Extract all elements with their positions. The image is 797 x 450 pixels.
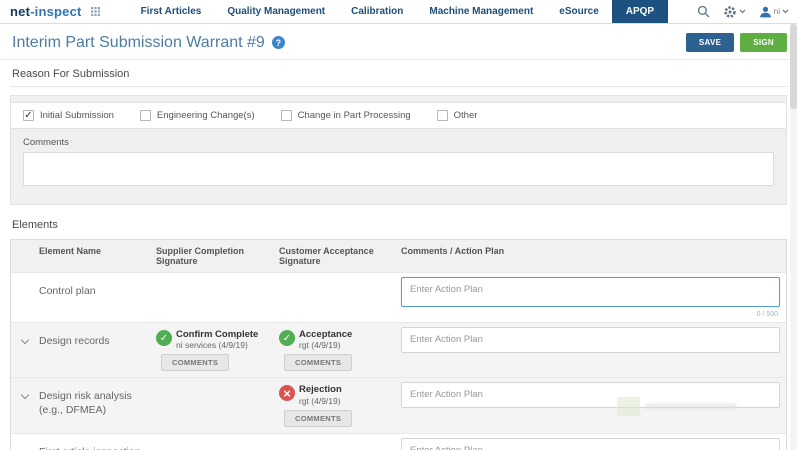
elements-section-title: Elements (10, 205, 787, 239)
action-plan-cell (401, 382, 786, 411)
checkbox-change-in-part-processing[interactable]: Change in Part Processing (281, 110, 411, 121)
comments-button[interactable]: COMMENTS (284, 354, 352, 371)
table-row: Control plan 0 / 500 (11, 272, 786, 322)
page: { "nav": { "logo_part1": "net", "logo_pa… (0, 0, 797, 450)
nav-item-calibration[interactable]: Calibration (338, 0, 416, 23)
action-plan-cell (401, 438, 786, 450)
signature-status-icon (279, 385, 295, 401)
signature-status-label: Acceptance (299, 329, 352, 340)
element-name: Design risk analysis (e.g., DFMEA) (39, 382, 156, 416)
settings-gear-icon[interactable] (723, 5, 746, 19)
reason-section-title: Reason For Submission (10, 60, 787, 87)
chevron-down-icon (782, 9, 789, 14)
checkbox-icon (23, 110, 34, 121)
nav-item-esource[interactable]: eSource (546, 0, 611, 23)
char-counter: 0 / 500 (401, 311, 780, 318)
reason-checkbox-group: Initial Submission Engineering Change(s)… (11, 102, 786, 129)
search-icon[interactable] (697, 5, 710, 18)
nav-utilities: ni (697, 0, 797, 23)
header-actions: SAVE SIGN (686, 33, 787, 52)
chevron-down-icon[interactable] (21, 391, 29, 399)
user-menu[interactable]: ni (759, 6, 789, 18)
chevron-down-icon (739, 9, 746, 14)
checkbox-icon (281, 110, 292, 121)
reason-panel: Initial Submission Engineering Change(s)… (10, 95, 787, 205)
page-header: Interim Part Submission Warrant #9 SAVE … (0, 24, 797, 60)
column-header-customer-signature: Customer Acceptance Signature (279, 246, 401, 266)
scrollbar[interactable] (790, 24, 797, 450)
user-initials: ni (774, 7, 780, 16)
signature-status-icon (279, 330, 295, 346)
signature-signer: rgt (4/9/19) (299, 396, 342, 407)
signature-status-label: Confirm Complete (176, 329, 258, 340)
page-title: Interim Part Submission Warrant #9 (12, 34, 265, 52)
column-header-supplier-signature: Supplier Completion Signature (156, 246, 279, 266)
nav-item-apqp[interactable]: APQP (612, 0, 668, 23)
checkbox-engineering-change[interactable]: Engineering Change(s) (140, 110, 255, 121)
table-row: Design records Confirm Complete ni servi… (11, 322, 786, 377)
elements-table-body: Control plan 0 / 500 Design records Conf… (11, 272, 786, 450)
signature-signer: rgt (4/9/19) (299, 340, 352, 351)
signature-status-icon (156, 330, 172, 346)
nav-item-quality-management[interactable]: Quality Management (214, 0, 338, 23)
reason-comments-block: Comments (11, 129, 786, 204)
signature-block: Acceptance rgt (4/9/19) COMMENTS (279, 327, 401, 373)
signature-status-label: Rejection (299, 384, 342, 395)
top-nav: net-inspect First Articles Quality Manag… (0, 0, 797, 24)
element-name: Design records (39, 327, 156, 348)
comments-button[interactable]: COMMENTS (284, 410, 352, 427)
save-button[interactable]: SAVE (686, 33, 734, 52)
nav-item-machine-management[interactable]: Machine Management (416, 0, 546, 23)
supplier-signature-cell: Confirm Complete ni services (4/9/19) CO… (156, 327, 279, 373)
column-header-element-name: Element Name (39, 246, 156, 266)
signature-block: Confirm Complete ni services (4/9/19) CO… (156, 327, 279, 373)
action-plan-cell: 0 / 500 (401, 277, 786, 318)
customer-signature-cell: Rejection rgt (4/9/19) COMMENTS (279, 382, 401, 428)
nav-item-first-articles[interactable]: First Articles (128, 0, 215, 23)
element-name: First article inspection report (FAIR) (39, 438, 156, 450)
help-icon[interactable] (272, 36, 285, 49)
signature-block: Rejection rgt (4/9/19) COMMENTS (279, 382, 401, 428)
checkbox-other[interactable]: Other (437, 110, 478, 121)
sign-button[interactable]: SIGN (740, 33, 787, 52)
scrollbar-thumb[interactable] (790, 24, 797, 109)
action-plan-input[interactable] (401, 382, 780, 408)
user-icon (759, 6, 772, 18)
comments-label: Comments (23, 137, 774, 148)
signature-signer: ni services (4/9/19) (176, 340, 258, 351)
checkbox-initial-submission[interactable]: Initial Submission (23, 110, 114, 121)
main-content: Reason For Submission Initial Submission… (0, 60, 797, 450)
column-header-comments-action-plan: Comments / Action Plan (401, 246, 786, 266)
table-row: Design risk analysis (e.g., DFMEA) Rejec… (11, 377, 786, 432)
elements-table-header: Element Name Supplier Completion Signatu… (11, 240, 786, 272)
element-name: Control plan (39, 277, 156, 298)
action-plan-input[interactable] (401, 277, 780, 307)
checkbox-icon (140, 110, 151, 121)
elements-table: Element Name Supplier Completion Signatu… (10, 239, 787, 450)
checkbox-icon (437, 110, 448, 121)
action-plan-input[interactable] (401, 438, 780, 450)
comments-textarea[interactable] (23, 152, 774, 186)
apps-grid-icon[interactable] (91, 7, 100, 16)
action-plan-input[interactable] (401, 327, 780, 353)
table-row: First article inspection report (FAIR) (11, 433, 786, 450)
comments-button[interactable]: COMMENTS (161, 354, 229, 371)
nav-menu: First Articles Quality Management Calibr… (128, 0, 669, 23)
app-logo[interactable]: net-inspect (10, 4, 82, 19)
action-plan-cell (401, 327, 786, 356)
customer-signature-cell: Acceptance rgt (4/9/19) COMMENTS (279, 327, 401, 373)
chevron-down-icon[interactable] (21, 336, 29, 344)
